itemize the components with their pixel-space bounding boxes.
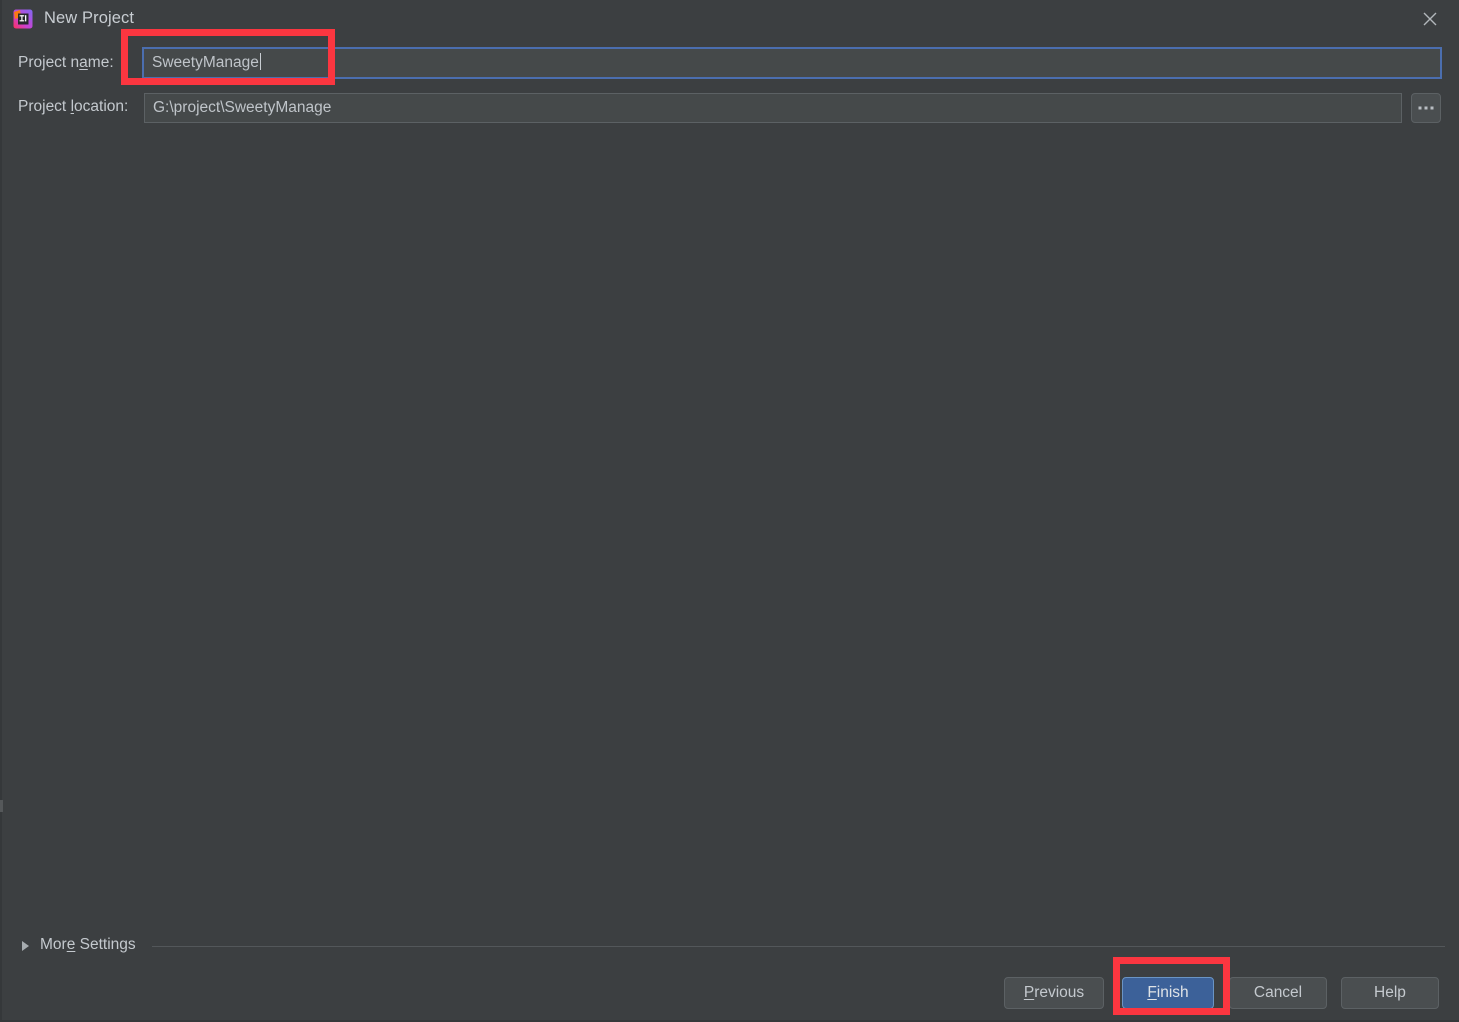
- cancel-button[interactable]: Cancel: [1229, 977, 1327, 1009]
- finish-button[interactable]: Finish: [1122, 977, 1214, 1009]
- previous-button[interactable]: Previous: [1004, 977, 1104, 1009]
- project-name-label-mnemonic: a: [79, 54, 88, 71]
- ellipsis-icon: [1418, 106, 1434, 110]
- window-title: New Project: [44, 9, 135, 27]
- project-name-input[interactable]: SweetyManage: [142, 47, 1442, 79]
- window-left-edge: [0, 0, 2, 1022]
- finish-button-mnemonic: F: [1147, 984, 1157, 1001]
- project-location-label: Project location:: [18, 98, 129, 115]
- project-location-input[interactable]: G:\project\SweetyManage: [144, 93, 1402, 123]
- more-settings-label: More Settings: [40, 936, 136, 953]
- help-button[interactable]: Help: [1341, 977, 1439, 1009]
- project-name-label: Project name:: [18, 54, 114, 71]
- intellij-idea-icon: [12, 8, 34, 30]
- text-caret: [259, 53, 261, 70]
- close-icon[interactable]: [1405, 0, 1459, 38]
- window-left-notch: [0, 800, 3, 812]
- project-name-value: SweetyManage: [152, 54, 259, 71]
- new-project-dialog: New Project Project name: SweetyManage P…: [0, 0, 1459, 1022]
- browse-location-button[interactable]: [1411, 93, 1441, 123]
- previous-button-mnemonic: P: [1023, 984, 1035, 1001]
- project-location-value: G:\project\SweetyManage: [153, 99, 332, 116]
- more-settings-separator: [152, 946, 1445, 947]
- more-settings-section[interactable]: More Settings: [0, 936, 1459, 960]
- chevron-right-icon: [22, 941, 29, 951]
- title-bar: New Project: [0, 0, 1459, 38]
